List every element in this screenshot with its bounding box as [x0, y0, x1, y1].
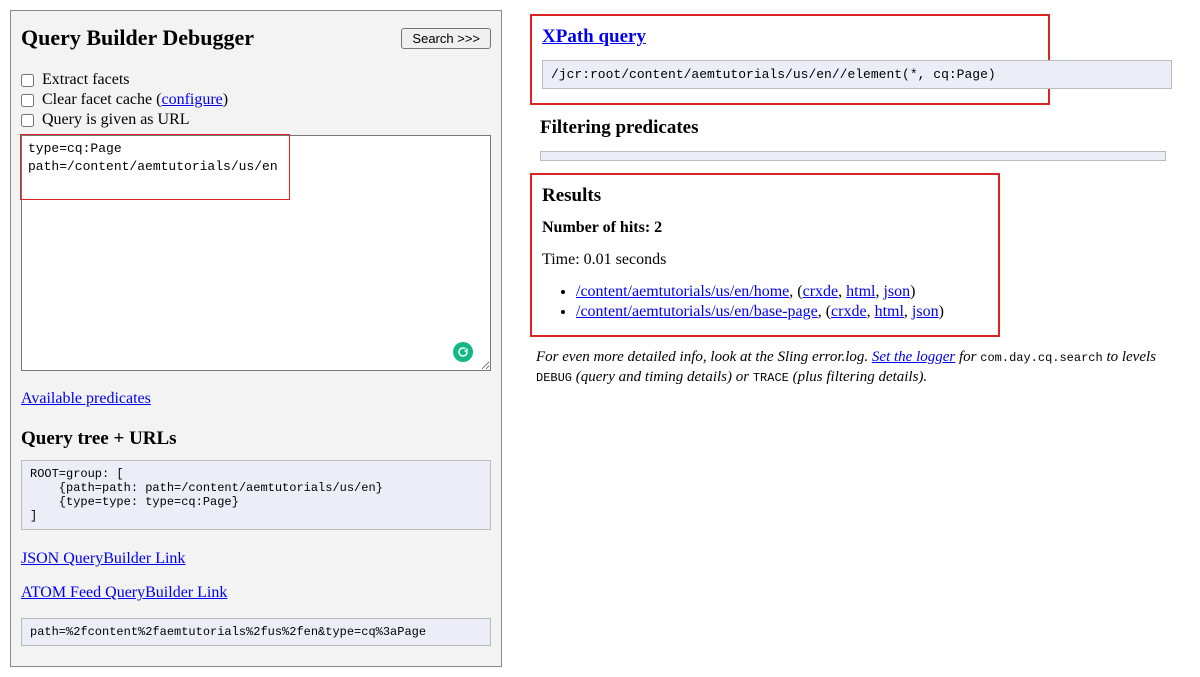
results-list: /content/aemtutorials/us/en/home, (crxde… — [542, 283, 988, 321]
clear-facet-cache-checkbox[interactable] — [21, 94, 34, 107]
result-path-link[interactable]: /content/aemtutorials/us/en/home — [576, 283, 789, 300]
time-label: Time: 0.01 seconds — [542, 251, 988, 269]
encoded-path-box: path=%2fcontent%2faemtutorials%2fus%2fen… — [21, 618, 491, 646]
query-builder-panel: Query Builder Debugger Search >>> Extrac… — [10, 10, 502, 667]
available-predicates-link[interactable]: Available predicates — [21, 390, 151, 408]
query-tree-header: Query tree + URLs — [21, 428, 491, 450]
results-header: Results — [542, 185, 988, 207]
result-json-link[interactable]: json — [883, 283, 910, 300]
result-html-link[interactable]: html — [846, 283, 875, 300]
configure-link[interactable]: configure — [161, 91, 222, 108]
query-as-url-label: Query is given as URL — [42, 111, 190, 128]
search-button[interactable]: Search >>> — [401, 28, 491, 49]
result-html-link[interactable]: html — [875, 303, 904, 320]
results-panel: XPath query /jcr:root/content/aemtutoria… — [530, 10, 1170, 388]
footer-note: For even more detailed info, look at the… — [536, 347, 1170, 388]
clear-facet-cache-label: Clear facet cache ( — [42, 91, 161, 108]
extract-facets-label: Extract facets — [42, 71, 130, 88]
result-item: /content/aemtutorials/us/en/base-page, (… — [576, 303, 988, 321]
result-json-link[interactable]: json — [912, 303, 939, 320]
result-crxde-link[interactable]: crxde — [803, 283, 839, 300]
filtering-predicates-header: Filtering predicates — [540, 117, 1170, 139]
result-crxde-link[interactable]: crxde — [831, 303, 867, 320]
result-item: /content/aemtutorials/us/en/home, (crxde… — [576, 283, 988, 301]
filtering-predicates-empty — [540, 151, 1166, 161]
set-logger-link[interactable]: Set the logger — [872, 349, 955, 365]
xpath-value: /jcr:root/content/aemtutorials/us/en//el… — [542, 60, 1172, 89]
atom-feed-link[interactable]: ATOM Feed QueryBuilder Link — [21, 584, 227, 602]
query-textarea[interactable] — [21, 135, 491, 371]
extract-facets-checkbox[interactable] — [21, 74, 34, 87]
query-tree-box: ROOT=group: [ {path=path: path=/content/… — [21, 460, 491, 530]
results-section: Results Number of hits: 2 Time: 0.01 sec… — [530, 173, 1000, 337]
xpath-section: XPath query /jcr:root/content/aemtutoria… — [530, 14, 1050, 105]
query-as-url-checkbox[interactable] — [21, 114, 34, 127]
xpath-header-link[interactable]: XPath query — [542, 26, 646, 47]
json-querybuilder-link[interactable]: JSON QueryBuilder Link — [21, 550, 185, 568]
hits-count: Number of hits: 2 — [542, 219, 988, 237]
result-path-link[interactable]: /content/aemtutorials/us/en/base-page — [576, 303, 818, 320]
panel-title: Query Builder Debugger — [21, 25, 254, 51]
